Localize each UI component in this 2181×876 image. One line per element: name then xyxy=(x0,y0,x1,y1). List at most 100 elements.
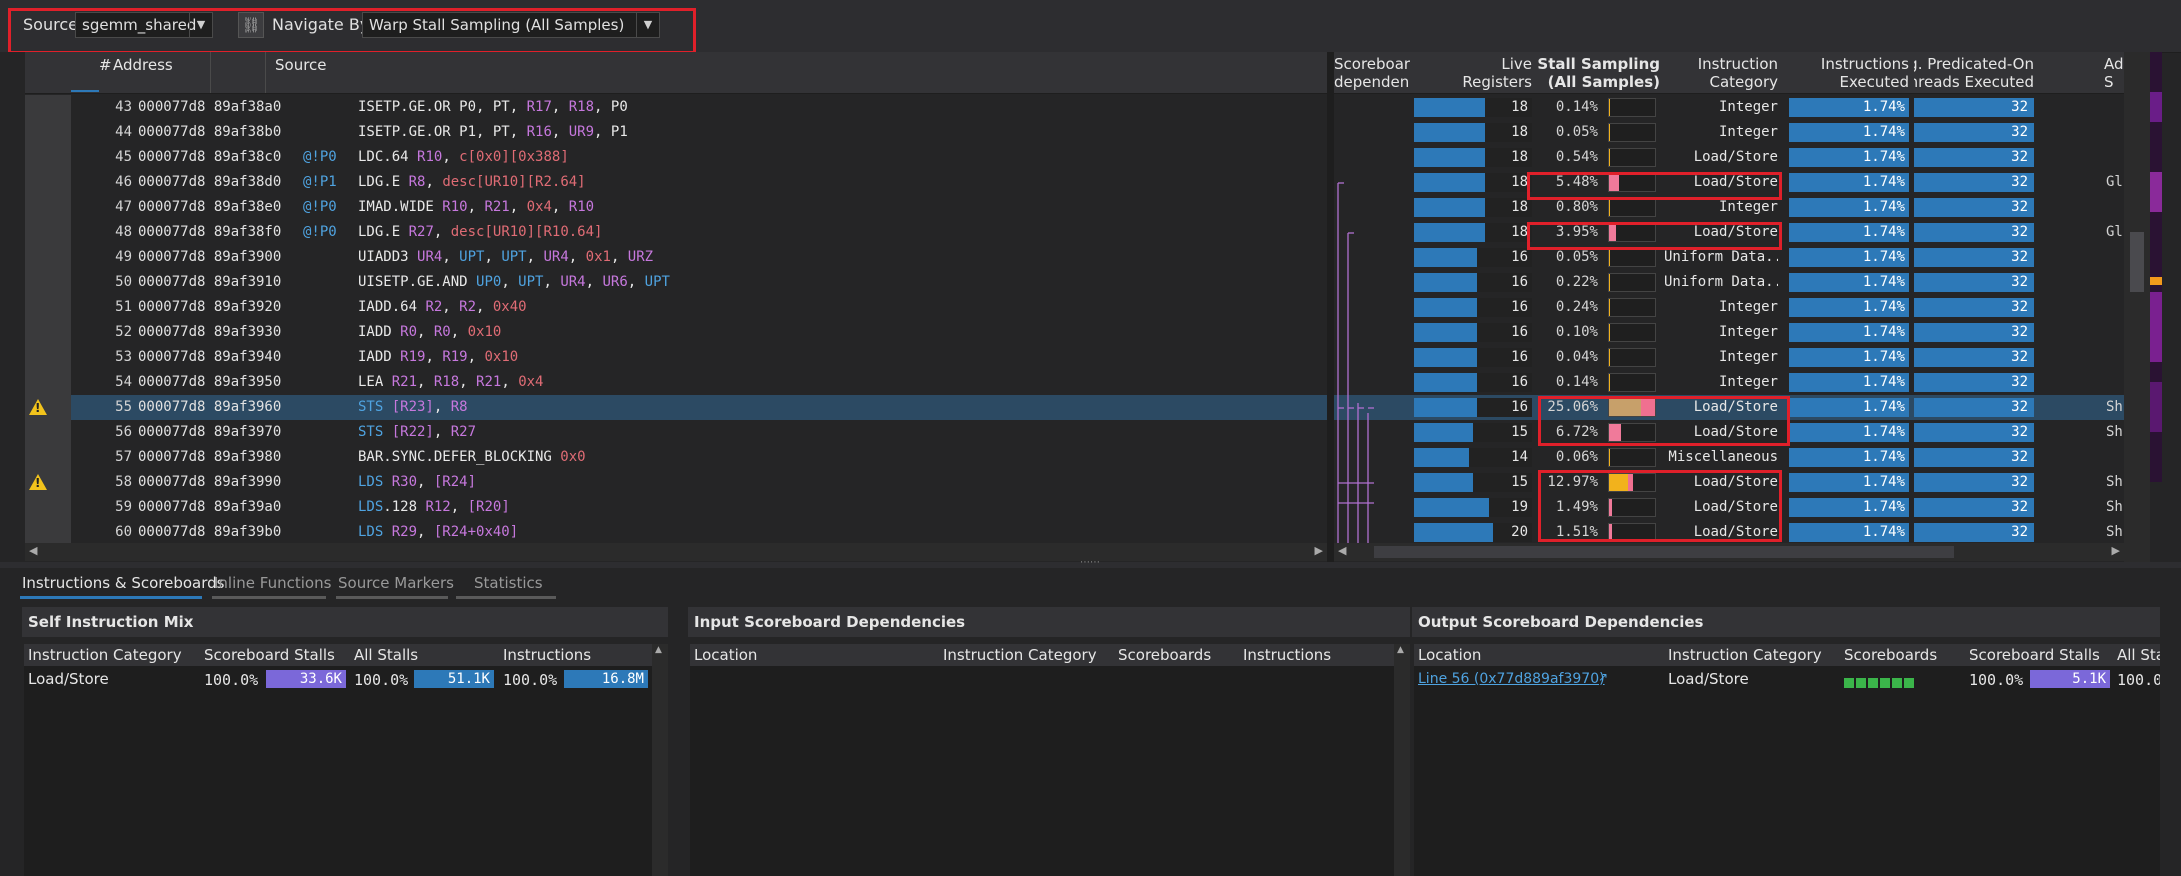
source-row[interactable]: 57 000077d8 89af3980 BAR.SYNC.DEFER_BLOCKI… xyxy=(25,445,1327,471)
metrics-vscrollbar[interactable] xyxy=(2124,52,2150,562)
col-instruction-category[interactable]: Instruction Category xyxy=(1668,646,1822,664)
header-threads[interactable]: Avg. Predicated-On Threads Executed xyxy=(1914,55,2034,91)
code-token: P0 xyxy=(610,99,628,115)
table-row[interactable]: Load/Store 100.0% 33.6K 100.0% 51.1K 100… xyxy=(24,668,652,690)
source-row[interactable]: 45 000077d8 89af38c0 @!P0 LDC.64 R10, c[0x0… xyxy=(25,145,1327,171)
column-divider[interactable] xyxy=(265,52,266,93)
metrics-row[interactable]: 18 0.54% Load/Store 1.74% 32 xyxy=(1334,145,2124,170)
line-number: 48 xyxy=(115,224,132,240)
source-row[interactable]: 59 000077d8 89af39a0 LDS.128 R12, [R20] xyxy=(25,495,1327,521)
warning-icon[interactable] xyxy=(29,474,47,490)
col-all-stalls[interactable]: All Sta xyxy=(2117,646,2160,664)
col-scoreboards[interactable]: Scoreboards xyxy=(1118,646,1211,664)
warp-stall-pct: 0.22% xyxy=(1555,274,1598,290)
scroll-left-icon[interactable]: ◀ xyxy=(1338,544,1346,557)
col-scoreboard-stalls[interactable]: Scoreboard Stalls xyxy=(1969,646,2100,664)
code-token: R10 xyxy=(442,199,468,215)
tab-statistics[interactable]: Statistics xyxy=(474,574,543,592)
tab-instructions-scoreboards[interactable]: Instructions & Scoreboards xyxy=(22,574,224,592)
col-location[interactable]: Location xyxy=(694,646,757,664)
source-row[interactable]: 56 000077d8 89af3970 STS [R22], R27 xyxy=(25,420,1327,446)
header-source[interactable]: Source xyxy=(275,56,327,74)
tab-inline-functions[interactable]: Inline Functions xyxy=(214,574,331,592)
header-address[interactable]: Address xyxy=(113,56,173,74)
code-token: , xyxy=(450,324,468,340)
col-scoreboard-stalls[interactable]: Scoreboard Stalls xyxy=(204,646,335,664)
self-mix-vscrollbar[interactable]: ▲ xyxy=(652,644,668,876)
grip-icon[interactable]: ⋯⋯ xyxy=(1080,557,1100,568)
source-row[interactable]: 58 000077d8 89af3990 LDS R30, [R24] xyxy=(25,470,1327,496)
source-row[interactable]: 60 000077d8 89af39b0 LDS R29, [R24+0x40] xyxy=(25,520,1327,546)
hscroll-thumb[interactable] xyxy=(1374,546,1954,558)
col-instruction-category[interactable]: Instruction Category xyxy=(943,646,1097,664)
source-row[interactable]: 47 000077d8 89af38e0 @!P0 IMAD.WIDE R10, R2… xyxy=(25,195,1327,221)
table-row[interactable]: Line 56 (0x77d889af3970) ↗ Load/Store 10… xyxy=(1414,668,2160,690)
scroll-left-icon[interactable]: ◀ xyxy=(29,544,37,557)
metrics-row[interactable]: 14 0.06% Miscellaneous 1.74% 32 xyxy=(1334,445,2124,470)
vscroll-thumb[interactable] xyxy=(2130,232,2144,292)
header-warp-stall[interactable]: Warp Stall Sampling (All Samples) xyxy=(1532,55,1660,91)
source-row[interactable]: 48 000077d8 89af38f0 @!P0 LDG.E R27, desc[U… xyxy=(25,220,1327,246)
header-ad[interactable]: Ad S xyxy=(2104,55,2124,91)
scroll-right-icon[interactable]: ▶ xyxy=(2112,544,2120,557)
source-row[interactable]: 52 000077d8 89af3930 IADD R0, R0, 0x10 xyxy=(25,320,1327,346)
source-row[interactable]: 51 000077d8 89af3920 IADD.64 R2, R2, 0x40 xyxy=(25,295,1327,321)
instructions-executed-bar: 1.74% xyxy=(1789,273,1909,292)
live-registers-fill xyxy=(1414,123,1485,142)
metrics-row[interactable]: 16 0.14% Integer 1.74% 32 xyxy=(1334,370,2124,395)
tab-source-markers[interactable]: Source Markers xyxy=(338,574,454,592)
column-divider[interactable] xyxy=(210,52,211,93)
metrics-row[interactable]: 16 0.22% Uniform Data... 1.74% 32 xyxy=(1334,270,2124,295)
col-instructions[interactable]: Instructions xyxy=(503,646,591,664)
metrics-hscrollbar[interactable]: ◀ ▶ xyxy=(1334,543,2124,561)
header-live-registers[interactable]: Live Registers xyxy=(1414,55,1532,91)
source-hscrollbar[interactable]: ◀ ▶ xyxy=(25,543,1327,561)
code-token: R10 xyxy=(568,199,595,215)
col-instruction-category[interactable]: Instruction Category xyxy=(28,646,182,664)
scroll-up-icon[interactable]: ▲ xyxy=(655,645,662,655)
source-row[interactable]: 50 000077d8 89af3910 UISETP.GE.AND UP0, UP… xyxy=(25,270,1327,296)
code-token: , xyxy=(450,499,468,515)
threads-executed-bar: 32 xyxy=(1914,223,2034,242)
code-token: , xyxy=(526,249,544,265)
threads-executed-value: 32 xyxy=(2011,374,2028,390)
metrics-row[interactable]: 16 0.04% Integer 1.74% 32 xyxy=(1334,345,2124,370)
source-row[interactable]: 46 000077d8 89af38d0 @!P1 LDG.E R8, desc[UR… xyxy=(25,170,1327,196)
header-scoreboard[interactable]: Scoreboard dependencies xyxy=(1334,55,1410,91)
col-all-stalls[interactable]: All Stalls xyxy=(354,646,418,664)
location-link[interactable]: Line 56 (0x77d889af3970) xyxy=(1418,671,1605,687)
metrics-row[interactable]: 16 0.24% Integer 1.74% 32 xyxy=(1334,295,2124,320)
col-scoreboards[interactable]: Scoreboards xyxy=(1844,646,1937,664)
scroll-up-icon[interactable]: ▲ xyxy=(1397,645,1404,655)
scoreboard-square xyxy=(1892,678,1902,688)
source-row[interactable]: 44 000077d8 89af38b0 ISETP.GE.OR P1, PT, R… xyxy=(25,120,1327,146)
header-category[interactable]: Instruction Category xyxy=(1664,55,1778,91)
source-row[interactable]: 53 000077d8 89af3940 IADD R19, R19, 0x10 xyxy=(25,345,1327,371)
pane-splitter[interactable] xyxy=(1327,52,1334,562)
address-space: Sh xyxy=(2106,524,2123,540)
threads-executed-value: 32 xyxy=(2011,99,2028,115)
source-row[interactable]: 43 000077d8 89af38a0 ISETP.GE.OR P0, PT, R… xyxy=(25,95,1327,121)
metrics-row[interactable]: 18 0.05% Integer 1.74% 32 xyxy=(1334,120,2124,145)
metrics-row[interactable]: 18 0.14% Integer 1.74% 32 xyxy=(1334,95,2124,120)
live-registers-bar: 16 xyxy=(1414,273,1532,292)
input-deps-vscrollbar[interactable]: ▲ xyxy=(1394,644,1410,876)
col-instructions[interactable]: Instructions xyxy=(1243,646,1331,664)
live-registers-value: 16 xyxy=(1511,249,1528,265)
source-row[interactable]: 55 000077d8 89af3960 STS [R23], R8 xyxy=(25,395,1327,421)
source-row[interactable]: 54 000077d8 89af3950 LEA R21, R18, R21, 0x… xyxy=(25,370,1327,396)
warp-stall-fill xyxy=(1609,249,1610,266)
live-registers-fill xyxy=(1414,273,1477,292)
heatmap-minimap[interactable] xyxy=(2150,52,2162,482)
header-executed[interactable]: Instructions Executed xyxy=(1786,55,1909,91)
warning-icon[interactable] xyxy=(29,399,47,415)
col-location[interactable]: Location xyxy=(1418,646,1481,664)
external-link-icon[interactable]: ↗ xyxy=(1598,670,1608,684)
metrics-row[interactable]: 16 0.10% Integer 1.74% 32 xyxy=(1334,320,2124,345)
line-number: 60 xyxy=(115,524,132,540)
instructions-executed-value: 1.74% xyxy=(1862,349,1905,365)
code-token: [R23] xyxy=(391,399,434,415)
source-row[interactable]: 49 000077d8 89af3900 UIADD3 UR4, UPT, UPT,… xyxy=(25,245,1327,271)
threads-executed-bar: 32 xyxy=(1914,248,2034,267)
scroll-right-icon[interactable]: ▶ xyxy=(1315,544,1323,557)
